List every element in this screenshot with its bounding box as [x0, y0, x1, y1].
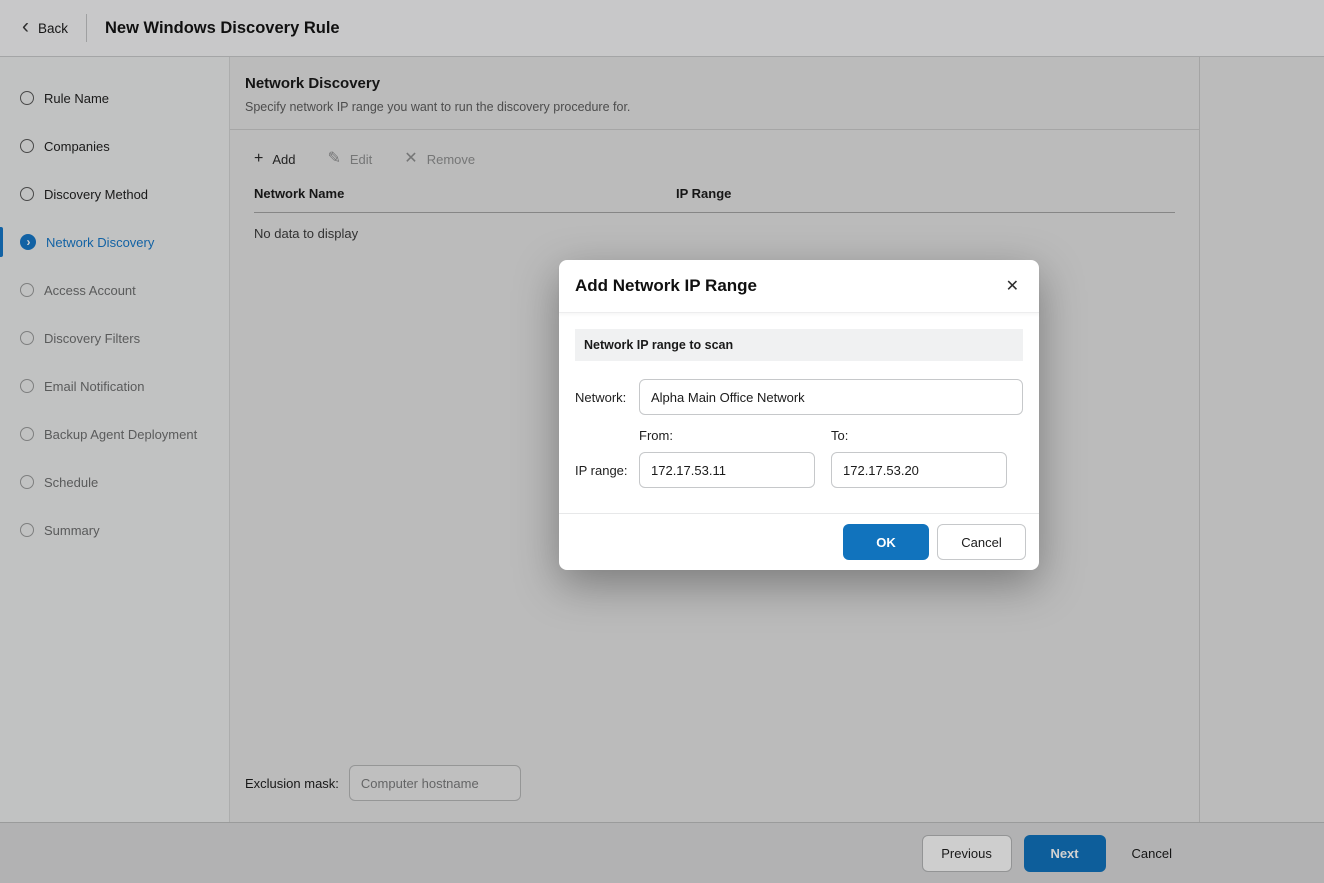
- ip-from-input[interactable]: [639, 452, 815, 488]
- network-row: Network:: [575, 379, 1023, 415]
- ip-to-input[interactable]: [831, 452, 1007, 488]
- ok-button[interactable]: OK: [843, 524, 929, 560]
- network-label: Network:: [575, 390, 639, 405]
- screen: ‹ Back New Windows Discovery Rule Rule N…: [0, 0, 1324, 883]
- dialog-body: Network IP range to scan Network: From: …: [559, 329, 1039, 488]
- fromto-labels-row: From: To:: [639, 428, 1023, 443]
- network-name-input[interactable]: [639, 379, 1023, 415]
- add-network-ip-range-dialog: Add Network IP Range ✕ Network IP range …: [559, 260, 1039, 570]
- dialog-footer: OK Cancel: [559, 513, 1039, 570]
- dialog-section-band: Network IP range to scan: [575, 329, 1023, 361]
- dialog-header: Add Network IP Range ✕: [559, 260, 1039, 313]
- ip-range-row: IP range:: [575, 452, 1023, 488]
- close-icon[interactable]: ✕: [1002, 272, 1023, 300]
- dialog-title: Add Network IP Range: [575, 276, 757, 296]
- dialog-cancel-button[interactable]: Cancel: [937, 524, 1026, 560]
- from-label: From:: [639, 428, 815, 443]
- ip-range-label: IP range:: [575, 463, 639, 478]
- to-label: To:: [831, 428, 1007, 443]
